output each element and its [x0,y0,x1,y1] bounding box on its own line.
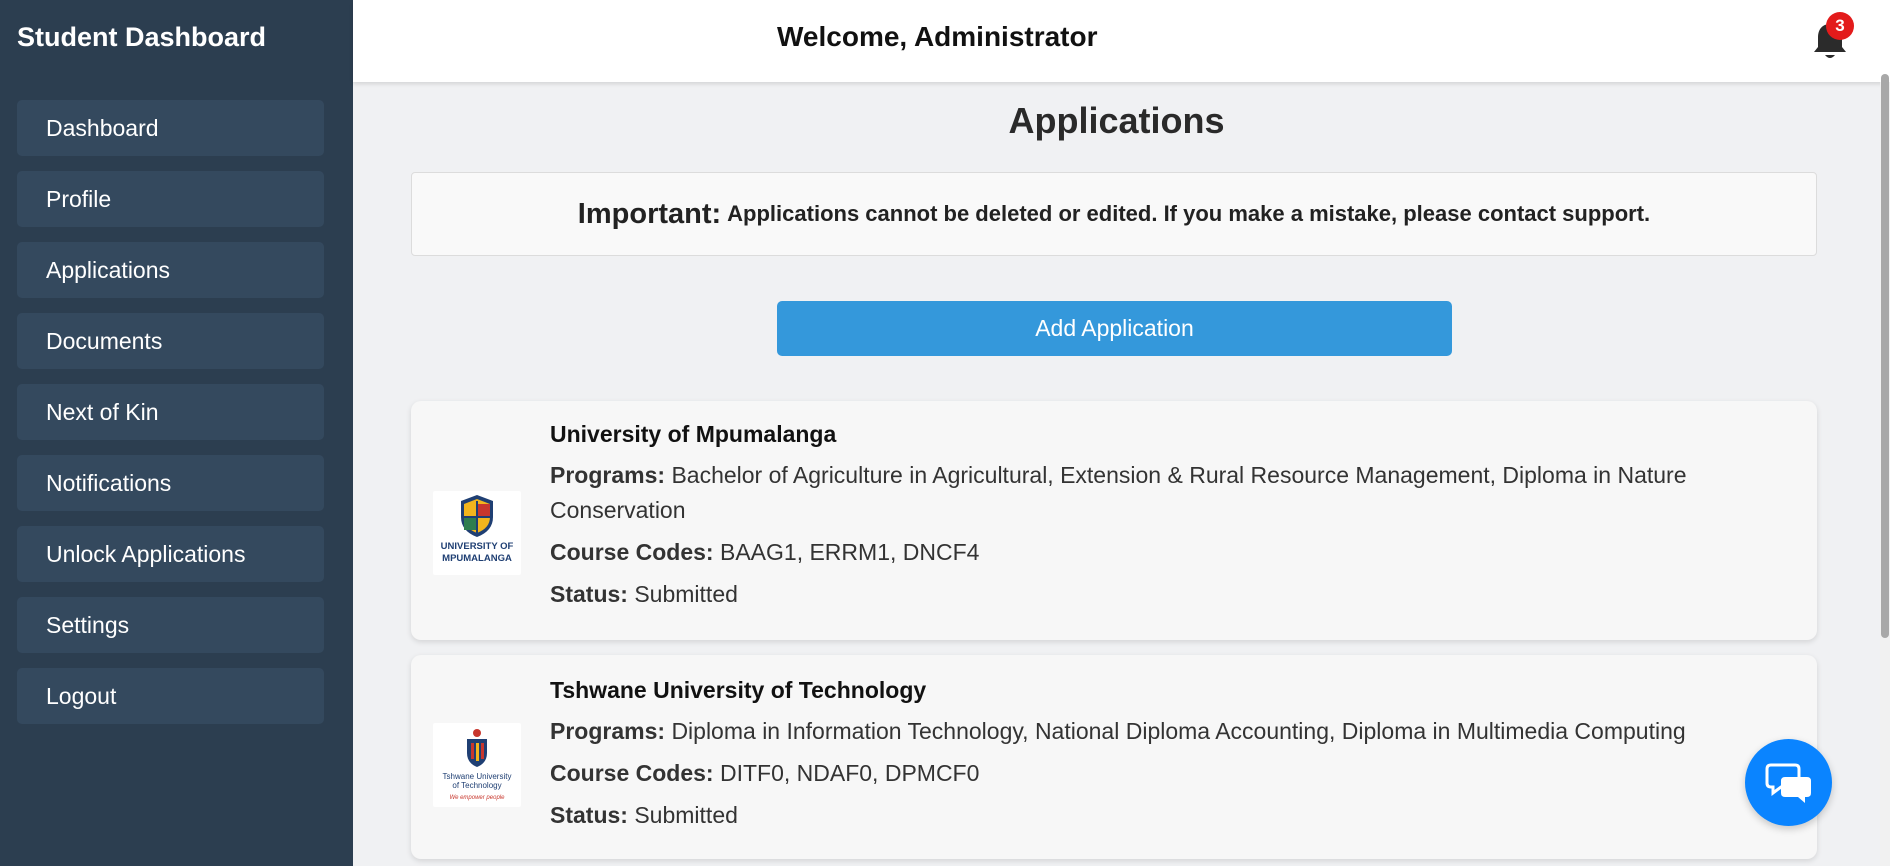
university-name: Tshwane University of Technology [550,677,927,703]
programs-value: Diploma in Information Technology, Natio… [671,718,1686,744]
status-value: Submitted [634,581,738,607]
programs-row: Programs: Diploma in Information Technol… [550,714,1717,749]
programs-label: Programs: [550,718,666,744]
course-codes-label: Course Codes: [550,760,714,786]
sidebar-item-notifications[interactable]: Notifications [17,455,324,511]
programs-value: Bachelor of Agriculture in Agricultural,… [550,462,1687,523]
svg-text:We empower people: We empower people [450,795,506,801]
svg-text:UNIVERSITY OF: UNIVERSITY OF [441,541,514,552]
add-application-button[interactable]: Add Application [777,301,1452,356]
page-scrollbar-thumb[interactable] [1881,74,1889,638]
sidebar-item-settings[interactable]: Settings [17,597,324,653]
sidebar-item-dashboard[interactable]: Dashboard [17,100,324,156]
application-card: Tshwane University of Technology We empo… [411,655,1817,859]
chat-bubbles-icon [1765,763,1811,803]
important-notice: Important: Applications cannot be delete… [411,172,1817,256]
programs-row: Programs: Bachelor of Agriculture in Agr… [550,458,1717,528]
svg-text:of Technology: of Technology [452,781,501,790]
status-value: Submitted [634,802,738,828]
notice-text: Applications cannot be deleted or edited… [727,201,1651,226]
tshwane-university-logo: Tshwane University of Technology We empo… [433,723,521,807]
notification-count-badge: 3 [1826,12,1854,40]
sidebar-item-next-of-kin[interactable]: Next of Kin [17,384,324,440]
sidebar-title: Student Dashboard [17,22,267,52]
svg-text:MPUMALANGA: MPUMALANGA [442,553,512,564]
university-name: University of Mpumalanga [550,421,837,447]
sidebar: Student Dashboard Dashboard Profile Appl… [0,0,353,866]
notice-label: Important: [577,197,722,230]
university-of-mpumalanga-logo: UNIVERSITY OF MPUMALANGA [433,491,521,575]
sidebar-item-profile[interactable]: Profile [17,171,324,227]
status-label: Status: [550,581,628,607]
top-header: Welcome, Administrator 3 [353,0,1890,82]
programs-label: Programs: [550,462,666,488]
sidebar-item-documents[interactable]: Documents [17,313,324,369]
application-details: Tshwane University of Technology Program… [550,677,1717,840]
sidebar-item-applications[interactable]: Applications [17,242,324,298]
application-details: University of Mpumalanga Programs: Bache… [550,421,1717,619]
svg-text:Tshwane University: Tshwane University [443,772,512,781]
course-codes-value: DITF0, NDAF0, DPMCF0 [719,760,980,786]
course-codes-label: Course Codes: [550,539,714,565]
status-row: Status: Submitted [550,798,1717,833]
course-codes-value: BAAG1, ERRM1, DNCF4 [719,539,980,565]
sidebar-nav: Dashboard Profile Applications Documents… [17,100,324,739]
status-label: Status: [550,802,628,828]
course-codes-row: Course Codes: BAAG1, ERRM1, DNCF4 [550,535,1717,570]
status-row: Status: Submitted [550,577,1717,612]
course-codes-row: Course Codes: DITF0, NDAF0, DPMCF0 [550,756,1717,791]
welcome-message: Welcome, Administrator [777,21,1098,52]
chat-button[interactable] [1745,739,1832,826]
page-title: Applications [1008,100,1225,141]
sidebar-item-logout[interactable]: Logout [17,668,324,724]
sidebar-item-unlock-applications[interactable]: Unlock Applications [17,526,324,582]
application-card: UNIVERSITY OF MPUMALANGA University of M… [411,401,1817,640]
